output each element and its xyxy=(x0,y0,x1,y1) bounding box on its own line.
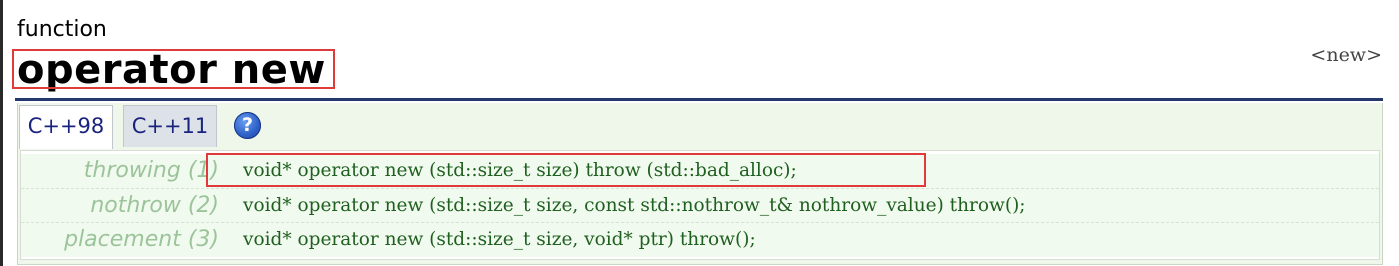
declaration-highlight-box xyxy=(206,153,926,187)
declaration-row-nothrow: nothrow (2) void* operator new (std::siz… xyxy=(21,188,1379,223)
declaration-label: placement (3) xyxy=(64,227,219,252)
title-highlight-box xyxy=(12,49,335,89)
tab-cpp98[interactable]: C++98 xyxy=(19,105,113,149)
declaration-code: void* operator new (std::size_t size, co… xyxy=(243,195,1026,216)
declaration-row-placement: placement (3) void* operator new (std::s… xyxy=(21,222,1379,257)
page-left-border xyxy=(0,0,3,266)
help-icon[interactable]: ? xyxy=(234,112,261,139)
entity-kind-label: function xyxy=(17,17,107,42)
declaration-label: throwing (1) xyxy=(83,158,219,183)
tab-cpp11[interactable]: C++11 xyxy=(123,105,217,147)
header-link-new[interactable]: <new> xyxy=(1310,44,1382,66)
declaration-code: void* operator new (std::size_t size, vo… xyxy=(243,229,756,250)
declaration-label: nothrow (2) xyxy=(90,193,219,218)
title-divider xyxy=(15,98,1383,101)
